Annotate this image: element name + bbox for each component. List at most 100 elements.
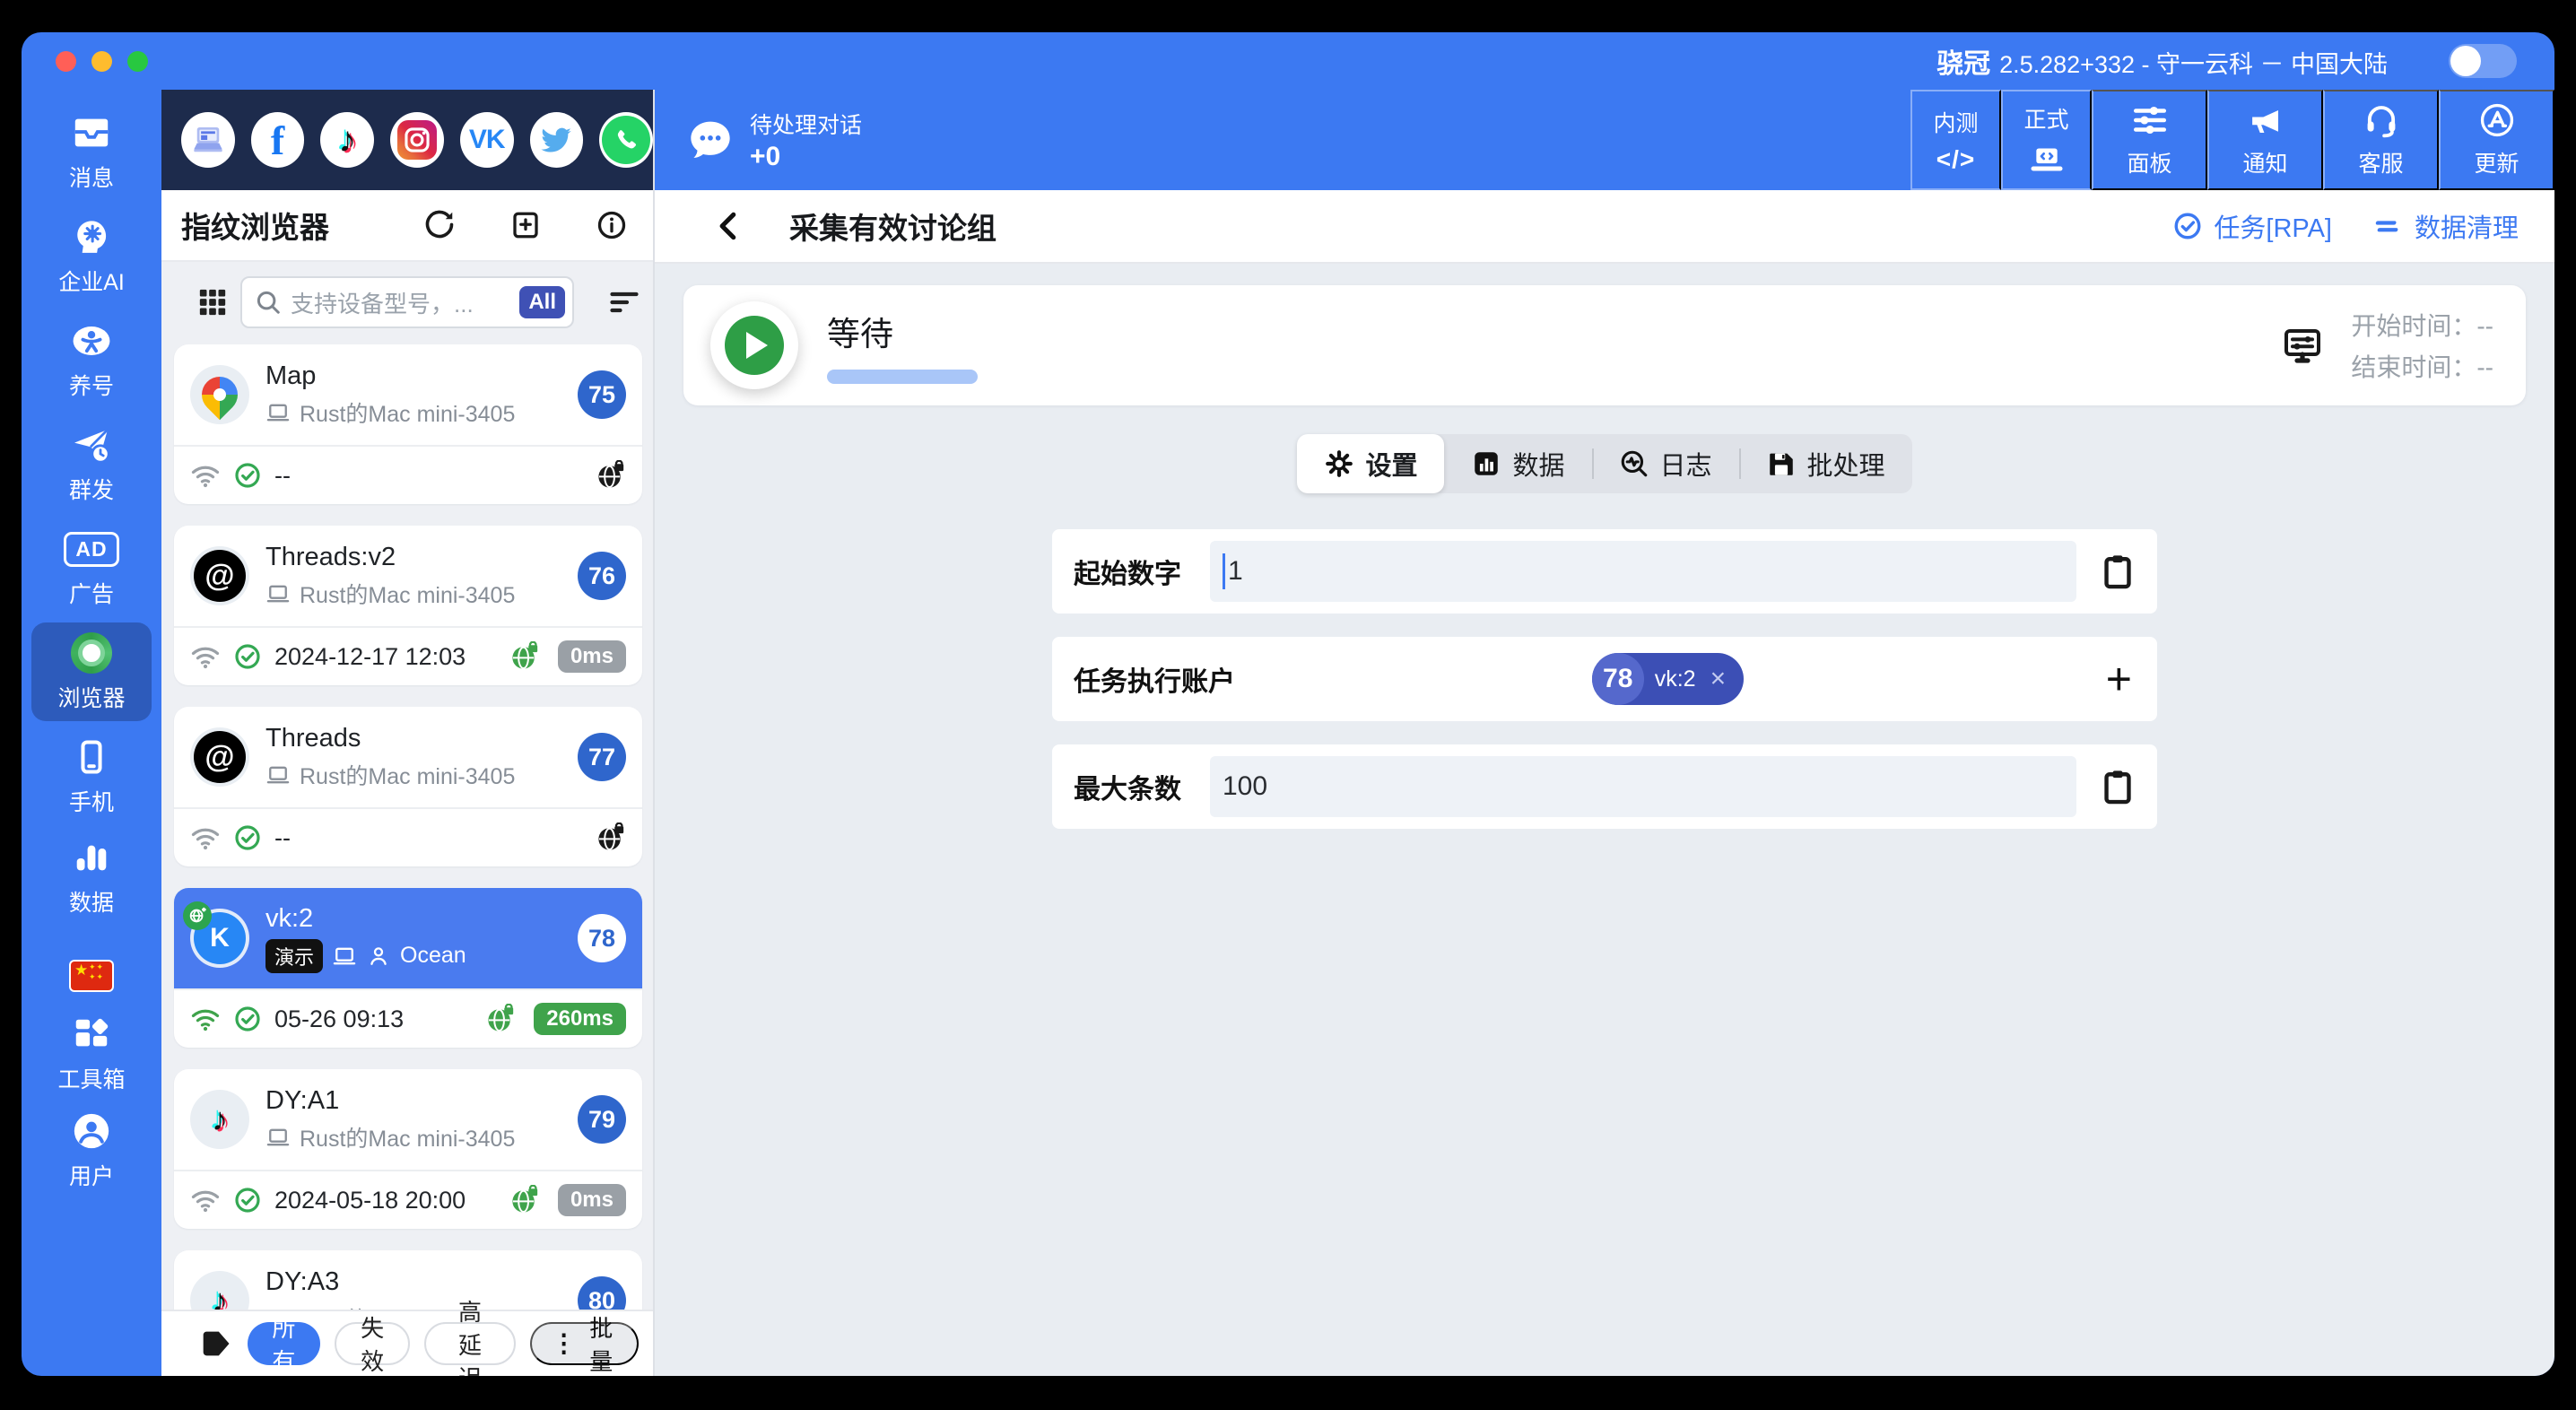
sort-icon[interactable] bbox=[608, 286, 640, 318]
tab-log[interactable]: 日志 bbox=[1591, 434, 1739, 493]
monitor-settings-icon[interactable] bbox=[2281, 324, 2324, 367]
social-vk-button[interactable]: VK bbox=[459, 112, 514, 168]
remove-account-icon[interactable]: × bbox=[1710, 666, 1727, 692]
search-placeholder: 支持设备型号，... bbox=[291, 290, 474, 318]
social-device-button[interactable] bbox=[181, 112, 235, 168]
header-button-headset[interactable]: 客服 bbox=[2323, 90, 2439, 190]
profile-card-dy-a1[interactable]: ♪ DY:A1 Rust的Mac mini-3405 79 2024-05-18… bbox=[174, 1069, 642, 1229]
sidebar-item-ai-head[interactable]: 企业AI bbox=[31, 206, 152, 305]
header-button-sliders[interactable]: 面板 bbox=[2092, 90, 2207, 190]
browser-list-panel: f ♪ VK 指纹浏览器 支持设备型号，... All Map Rust的Mac… bbox=[161, 90, 655, 1376]
filter-pill-other[interactable]: 失效 bbox=[334, 1315, 411, 1375]
form-row-start-number: 起始数字 1 bbox=[1052, 529, 2157, 614]
profile-owner: Ocean bbox=[400, 943, 466, 968]
device-laptop-icon bbox=[266, 585, 290, 602]
check-circle-icon bbox=[235, 825, 260, 850]
profile-card-threads-v2[interactable]: @ Threads:v2 Rust的Mac mini-3405 76 2024-… bbox=[174, 526, 642, 685]
tab-gear[interactable]: 设置 bbox=[1297, 434, 1445, 493]
profile-card-dy-a3[interactable]: ♪ DY:A3 Rust的Mac mini-3405 80 bbox=[174, 1250, 642, 1310]
batch-actions-button[interactable]: ⋮ 批量 bbox=[529, 1315, 639, 1375]
ad-icon: AD bbox=[64, 531, 119, 567]
play-icon bbox=[746, 332, 768, 359]
ai-head-icon bbox=[77, 221, 107, 253]
social-tiktok-button[interactable]: ♪ bbox=[320, 112, 375, 168]
sidebar-item-label: 工具箱 bbox=[57, 1067, 126, 1092]
profile-device: Rust的Mac mini-3405 bbox=[300, 401, 516, 427]
profile-card-map[interactable]: Map Rust的Mac mini-3405 75 -- bbox=[174, 344, 642, 504]
profile-number-badge: 80 bbox=[578, 1276, 626, 1310]
profile-card-threads[interactable]: @ Threads Rust的Mac mini-3405 77 -- bbox=[174, 707, 642, 866]
sidebar-item-label: 手机 bbox=[68, 790, 114, 815]
sidebar-item-inbox[interactable]: 消息 bbox=[31, 102, 152, 201]
sidebar-item-browser[interactable]: 浏览器 bbox=[31, 622, 152, 721]
info-icon[interactable] bbox=[596, 209, 628, 241]
social-twitter-button[interactable] bbox=[529, 112, 584, 168]
search-input[interactable]: 支持设备型号，... All bbox=[240, 276, 574, 328]
threads-icon: @ bbox=[194, 550, 246, 602]
header-button-laptop-code[interactable]: 正式 bbox=[2001, 90, 2092, 190]
refresh-icon[interactable] bbox=[423, 209, 456, 241]
sidebar-item-cn-flag[interactable]: ★ ✦✦ ✦✦ bbox=[31, 949, 152, 1002]
social-facebook-button[interactable]: f bbox=[250, 112, 305, 168]
filter-pill-all[interactable]: 所有 bbox=[248, 1315, 320, 1375]
profile-row[interactable]: K vk:2 演示 Ocean 78 bbox=[174, 888, 642, 988]
twitter-icon bbox=[541, 127, 572, 152]
profile-row[interactable]: ♪ DY:A1 Rust的Mac mini-3405 79 bbox=[174, 1069, 642, 1170]
social-instagram-button[interactable] bbox=[390, 112, 444, 168]
profile-number-badge: 78 bbox=[578, 914, 626, 962]
sidebar-item-toolbox[interactable]: 工具箱 bbox=[31, 1007, 152, 1099]
clipboard-icon[interactable] bbox=[2098, 552, 2137, 591]
appstore-icon bbox=[2480, 103, 2513, 137]
pending-chats[interactable]: 待处理对话 +0 bbox=[655, 90, 862, 190]
add-profile-icon[interactable] bbox=[509, 209, 542, 241]
clipboard-icon[interactable] bbox=[2098, 767, 2137, 806]
wifi-icon bbox=[191, 828, 220, 850]
sidebar-item-broadcast[interactable]: 群发 bbox=[31, 414, 152, 513]
code-icon: </> bbox=[1936, 145, 1976, 173]
play-button[interactable] bbox=[725, 316, 784, 375]
add-account-button[interactable]: + bbox=[2101, 657, 2137, 701]
sidebar-item-label: 用户 bbox=[68, 1164, 114, 1189]
header-button-code[interactable]: 内测 </> bbox=[1910, 90, 2001, 190]
device-icon bbox=[194, 127, 222, 152]
maximize-window-button[interactable] bbox=[127, 50, 148, 72]
task-rpa-link[interactable]: 任务[RPA] bbox=[2172, 207, 2332, 245]
filter-pill-other[interactable]: 高延迟 bbox=[424, 1299, 516, 1376]
profile-row[interactable]: @ Threads:v2 Rust的Mac mini-3405 76 bbox=[174, 526, 642, 626]
device-laptop-icon bbox=[333, 947, 356, 964]
sidebar-item-label: 企业AI bbox=[58, 270, 125, 295]
form-row-exec-account: 任务执行账户 78 vk:2 × + bbox=[1052, 637, 2157, 721]
tab-save[interactable]: 批处理 bbox=[1738, 434, 1912, 493]
close-window-button[interactable] bbox=[56, 50, 76, 72]
header-button-megaphone[interactable]: 通知 bbox=[2207, 90, 2323, 190]
data-clean-link[interactable]: 数据清理 bbox=[2373, 207, 2519, 245]
profile-row[interactable]: Map Rust的Mac mini-3405 75 bbox=[174, 344, 642, 445]
sidebar-item-ad[interactable]: AD 广告 bbox=[31, 518, 152, 617]
search-scope-badge[interactable]: All bbox=[519, 286, 565, 318]
sidebar-item-phone[interactable]: 手机 bbox=[31, 727, 152, 825]
app-window: 骁冠 2.5.282+332 - 守一云科 － 中国大陆 消息 企业AI 养号 群发 AD… bbox=[22, 32, 2554, 1376]
profile-row[interactable]: @ Threads Rust的Mac mini-3405 77 bbox=[174, 707, 642, 807]
header-button-appstore[interactable]: 更新 bbox=[2439, 90, 2554, 190]
facebook-icon: f bbox=[270, 117, 285, 163]
tag-icon[interactable] bbox=[197, 1326, 233, 1362]
task-end-time: 结束时间：-- bbox=[2351, 353, 2493, 381]
account-chip[interactable]: 78 vk:2 × bbox=[1591, 653, 1745, 705]
profile-card-vk-2[interactable]: K vk:2 演示 Ocean 78 05-26 09:13 260ms bbox=[174, 888, 642, 1048]
max-count-input[interactable]: 100 bbox=[1210, 756, 2076, 817]
sidebar-item-nurture[interactable]: 养号 bbox=[31, 310, 152, 409]
grid-view-icon[interactable] bbox=[197, 287, 228, 318]
tab-chart[interactable]: 数据 bbox=[1444, 434, 1591, 493]
sidebar-item-user[interactable]: 用户 bbox=[31, 1104, 152, 1196]
profile-row[interactable]: ♪ DY:A3 Rust的Mac mini-3405 80 bbox=[174, 1250, 642, 1310]
device-laptop-icon bbox=[266, 766, 290, 783]
phone-icon bbox=[81, 740, 102, 774]
social-whatsapp-button[interactable] bbox=[599, 112, 654, 168]
sidebar-item-bar-chart[interactable]: 数据 bbox=[31, 831, 152, 922]
start-number-input[interactable]: 1 bbox=[1210, 541, 2076, 602]
header-button-label: 面板 bbox=[2127, 152, 2172, 177]
task-progress-bar bbox=[827, 370, 978, 384]
back-button[interactable] bbox=[712, 209, 746, 243]
minimize-window-button[interactable] bbox=[91, 50, 112, 72]
theme-toggle[interactable] bbox=[2449, 44, 2517, 78]
